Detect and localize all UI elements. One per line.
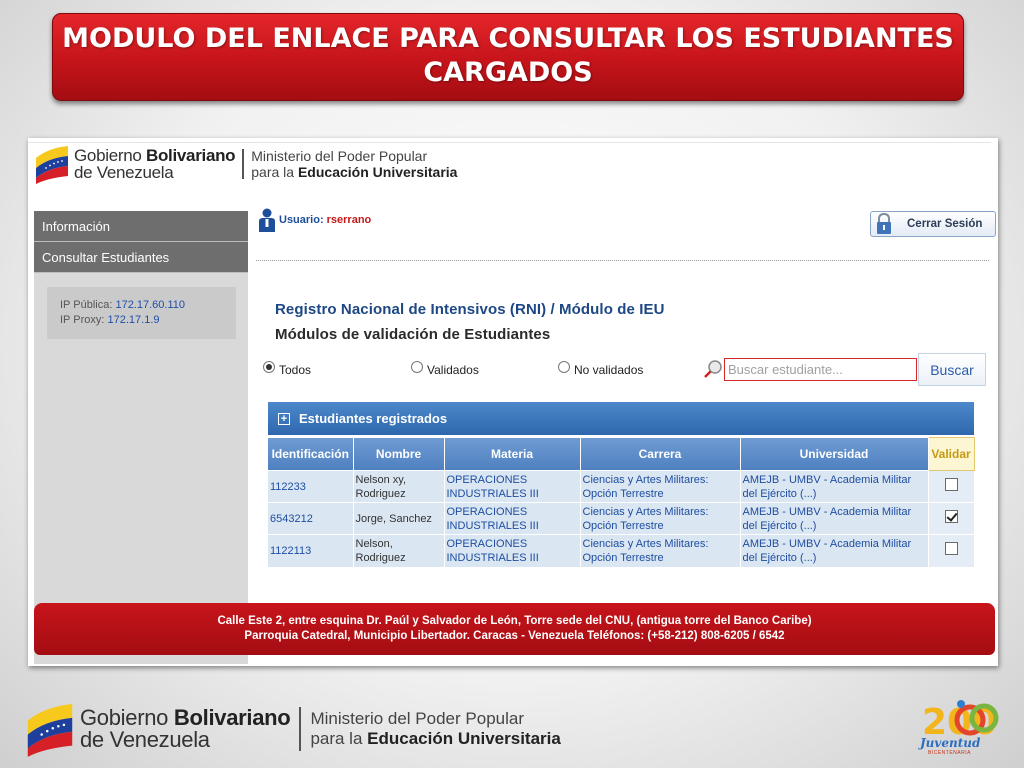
ip-proxy-label: IP Proxy: [60,314,105,326]
cell-name: Nelson xy, Rodriguez [353,470,445,503]
logo-divider [299,707,302,751]
bicentennial-logo: 200 Juventud BICENTENARIA [918,694,1000,764]
user-info: Usuario: rserrano [258,208,371,232]
logout-label: Cerrar Sesión [907,218,983,230]
cell-id: 1122113 [268,534,354,567]
col-identificacion[interactable]: Identificación [268,437,354,471]
ministry-prefix: para la [251,164,295,180]
radio-no-validados-circle[interactable] [558,361,570,373]
cell-id: 6543212 [268,502,354,535]
user-name: rserrano [326,214,372,226]
panel-header: + Estudiantes registrados [268,402,974,435]
sidebar-item-consultar-estudiantes[interactable]: Consultar Estudiantes [34,242,248,273]
page-subtitle: Módulos de validación de Estudiantes [275,326,551,343]
search-icon [704,360,722,378]
app-screenshot: Gobierno Bolivariano de Venezuela Minist… [28,138,998,666]
radio-validados[interactable]: Validados [411,361,479,377]
col-nombre[interactable]: Nombre [353,437,445,471]
gov-line2: de Venezuela [74,163,174,182]
cell-materia: OPERACIONES INDUSTRIALES III [444,470,581,503]
radio-no-validados-label: No validados [574,363,644,377]
cell-carrera: Ciencias y Artes Militares: Opción Terre… [580,534,741,567]
table-header-row: Identificación Nombre Materia Carrera Un… [268,437,975,471]
radio-no-validados[interactable]: No validados [558,361,644,377]
slide-title-line1: MODULO DEL ENLACE PARA CONSULTAR LOS EST… [62,23,954,54]
bicentennial-emblem-icon: 200 [922,700,999,743]
screen-top-strip [28,138,991,143]
ministry-line1: Ministerio del Poder Popular [251,147,428,164]
cell-name: Jorge, Sanchez [353,502,445,535]
lock-icon [877,213,891,234]
user-label: Usuario: [279,214,324,226]
gov-name: Gobierno Bolivariano de Venezuela [80,707,291,752]
venezuela-flag-icon [36,146,68,184]
cell-validar [928,470,975,503]
ministry-bold: Educación Universitaria [367,729,561,748]
footer-line2: Parroquia Catedral, Municipio Libertador… [244,630,785,642]
sidebar-item-informacion[interactable]: Información [34,211,248,242]
ip-public-label: IP Pública: [60,299,113,311]
ip-public-value: 172.17.60.110 [115,299,185,311]
logout-button[interactable]: Cerrar Sesión [870,211,996,237]
ministry-bold: Educación Universitaria [297,164,458,180]
radio-todos[interactable]: Todos [263,361,312,377]
ip-proxy-value: 172.17.1.9 [107,314,160,326]
cell-carrera: Ciencias y Artes Militares: Opción Terre… [580,470,741,503]
cell-universidad: AMEJB - UMBV - Academia Militar del Ejér… [740,470,929,503]
validate-checkbox[interactable] [944,478,958,491]
cell-carrera: Ciencias y Artes Militares: Opción Terre… [580,502,741,535]
ip-info-box: IP Pública: 172.17.60.110 IP Proxy: 172.… [47,287,236,339]
students-panel: + Estudiantes registrados Identificación… [268,402,975,570]
ministry-name: Ministerio del Poder Popular para la Edu… [251,148,457,180]
table-row: 112233 Nelson xy, Rodriguez OPERACIONES … [268,470,975,503]
validate-checkbox[interactable] [944,542,958,556]
sidebar: Información Consultar Estudiantes IP Púb… [34,211,248,664]
header-divider [256,260,989,261]
slide-title-banner: MODULO DEL ENLACE PARA CONSULTAR LOS EST… [52,13,964,101]
logo-divider [242,149,245,179]
col-materia[interactable]: Materia [444,437,581,471]
user-icon [259,208,275,232]
cell-universidad: AMEJB - UMBV - Academia Militar del Ejér… [740,502,929,535]
validate-checkbox[interactable] [944,510,958,523]
cell-universidad: AMEJB - UMBV - Academia Militar del Ejér… [740,534,929,567]
cell-validar [928,502,975,535]
col-validar[interactable]: Validar [927,437,975,471]
col-carrera[interactable]: Carrera [580,437,741,471]
bottom-logo: Gobierno Bolivariano de Venezuela Minist… [25,700,561,758]
expand-icon[interactable]: + [278,412,290,425]
search-input[interactable] [724,358,917,381]
header-logo: Gobierno Bolivariano de Venezuela Minist… [34,144,457,184]
col-universidad[interactable]: Universidad [740,437,929,471]
footer-line1: Calle Este 2, entre esquina Dr. Paúl y S… [217,615,812,627]
cell-materia: OPERACIONES INDUSTRIALES III [444,534,581,567]
panel-title: Estudiantes registrados [299,411,448,426]
venezuela-flag-icon [27,704,73,757]
ministry-prefix: para la [310,729,363,748]
bicentennial-subtext: BICENTENARIA [928,750,971,756]
gov-line2: de Venezuela [80,727,210,752]
gov-name: Gobierno Bolivariano de Venezuela [74,147,236,182]
address-footer: Calle Este 2, entre esquina Dr. Paúl y S… [34,603,995,655]
cell-name: Nelson, Rodriguez [353,534,445,567]
table-row: 1122113 Nelson, Rodriguez OPERACIONES IN… [268,534,975,567]
page-title: Registro Nacional de Intensivos (RNI) / … [275,301,665,318]
radio-todos-label: Todos [279,363,312,377]
radio-validados-circle[interactable] [411,361,423,373]
table-row: 6543212 Jorge, Sanchez OPERACIONES INDUS… [268,502,975,535]
radio-todos-circle[interactable] [263,361,275,373]
search-button[interactable]: Buscar [918,353,986,386]
radio-validados-label: Validados [427,363,479,377]
ministry-line1: Ministerio del Poder Popular [310,709,524,729]
bicentennial-text: Juventud [920,736,981,750]
cell-materia: OPERACIONES INDUSTRIALES III [444,502,581,535]
cell-id: 112233 [268,470,354,503]
cell-validar [928,534,975,567]
slide-title-line2: CARGADOS [423,57,593,88]
students-table: Identificación Nombre Materia Carrera Un… [268,437,975,567]
ministry-name: Ministerio del Poder Popular para la Edu… [310,709,560,748]
